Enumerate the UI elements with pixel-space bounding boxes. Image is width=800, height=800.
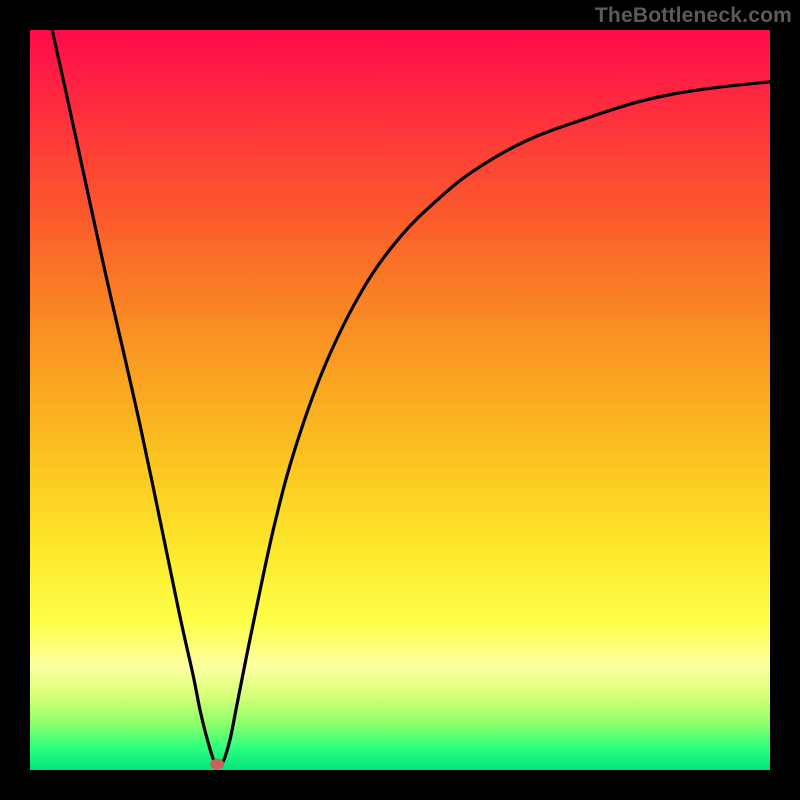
minimum-marker (210, 759, 224, 770)
chart-canvas (30, 30, 770, 770)
watermark-text: TheBottleneck.com (595, 4, 792, 28)
chart-frame (30, 30, 770, 770)
gradient-background (30, 30, 770, 770)
